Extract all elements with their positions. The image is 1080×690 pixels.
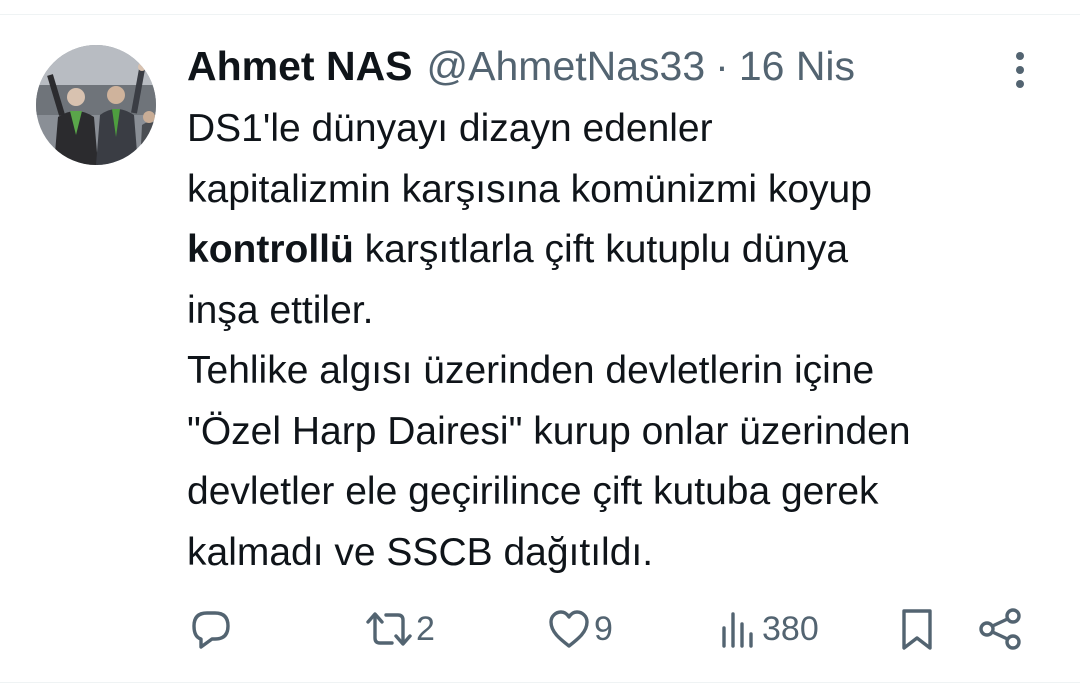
views-count: 380 [762, 609, 819, 648]
retweet-icon [366, 612, 412, 646]
views-button[interactable]: 380 [718, 603, 819, 655]
avatar[interactable] [36, 45, 156, 165]
tweet-text-line: Tehlike algısı üzerinden devletlerin içi… [187, 349, 875, 392]
more-vertical-icon [1016, 52, 1024, 88]
bottom-divider [0, 682, 1080, 683]
retweet-button[interactable]: 2 [364, 603, 435, 655]
tweet-text-line: DS1'le dünyayı dizayn edenler [187, 107, 713, 150]
author-handle[interactable]: @AhmetNas33 [427, 40, 706, 92]
profile-photo-icon [36, 45, 156, 165]
retweet-count: 2 [416, 609, 435, 648]
more-options-button[interactable] [1004, 50, 1036, 90]
like-button[interactable]: 9 [546, 603, 613, 655]
tweet-header: Ahmet NAS @AhmetNas33 · 16 Nis [187, 40, 855, 92]
reply-button[interactable] [188, 603, 234, 655]
tweet-text-line: kalmadı ve SSCB dağıtıldı. [187, 530, 654, 574]
views-icon [722, 612, 753, 648]
tweet-text-line: inşa ettiler. [187, 288, 374, 332]
tweet-card: Ahmet NAS @AhmetNas33 · 16 Nis DS1'le dü… [0, 0, 1080, 690]
heart-icon [549, 610, 589, 648]
tweet-text-span: karşıtlarla çift kutuplu dünya [353, 228, 849, 271]
tweet-text-line: devletler ele geçirilince çift kutuba ge… [187, 470, 879, 513]
action-bar: 2 9 380 [0, 603, 1080, 655]
share-icon [979, 608, 1021, 650]
tweet-text: DS1'le dünyayı dizayn edenler kapitalizm… [187, 99, 1057, 583]
tweet-date[interactable]: 16 Nis [739, 40, 855, 92]
bold-word: kontrollü [187, 228, 354, 271]
like-count: 9 [594, 609, 613, 648]
bookmark-button[interactable] [896, 603, 938, 655]
share-button[interactable] [976, 603, 1024, 655]
top-divider [0, 14, 1080, 15]
tweet-text-line: "Özel Harp Dairesi" kurup onlar üzerinde… [187, 409, 911, 453]
reply-icon [192, 611, 230, 649]
header-separator: · [715, 43, 729, 89]
author-name[interactable]: Ahmet NAS [187, 40, 413, 92]
tweet-text-line: kontrollü karşıtlarla çift kutuplu dünya [187, 220, 1057, 281]
bookmark-icon [902, 609, 932, 650]
tweet-text-line: kapitalizmin karşısına komünizmi koyup [187, 167, 872, 211]
